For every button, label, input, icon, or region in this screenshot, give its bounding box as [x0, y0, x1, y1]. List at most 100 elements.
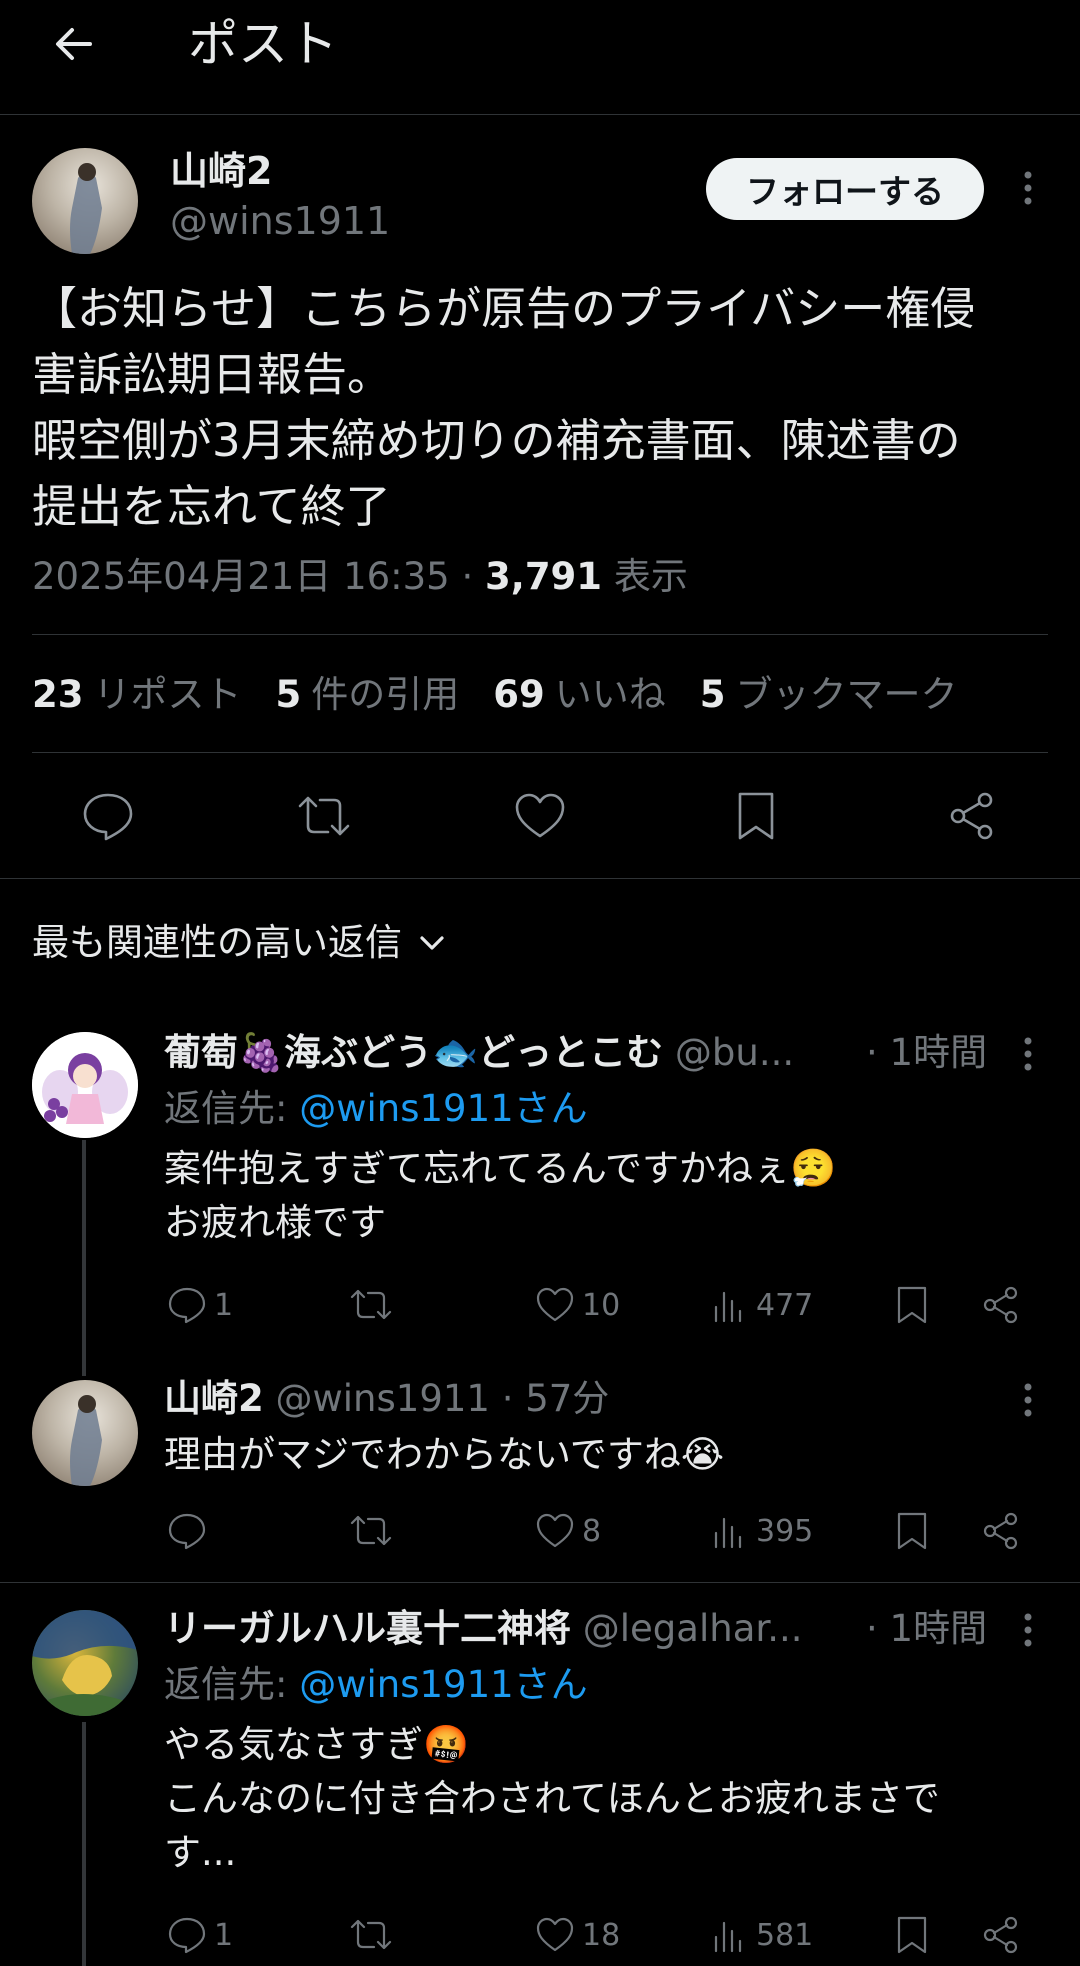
reply-icon: [168, 1287, 206, 1324]
reply-to-prefix: 返信先:: [164, 1663, 300, 1706]
reply-comment-button[interactable]: 1: [166, 1910, 233, 1960]
meta-separator: ·: [461, 555, 474, 598]
bookmark-icon: [897, 1512, 927, 1550]
post-stats: 23 リポスト 5 件の引用 69 いいね 5 ブックマーク: [32, 670, 958, 720]
back-arrow-icon[interactable]: [44, 14, 104, 74]
views-icon: [714, 1517, 742, 1549]
reply-repost-button[interactable]: [348, 1506, 394, 1556]
like-count: 8: [582, 1513, 602, 1549]
reply-author-handle[interactable]: @bu...: [675, 1031, 794, 1074]
bookmark-icon: [897, 1286, 927, 1324]
reply-avatar[interactable]: [32, 1380, 138, 1486]
share-icon[interactable]: [942, 788, 1002, 844]
reply-header: 山崎2 @wins1911 · 57分: [164, 1374, 609, 1424]
reply-share-button[interactable]: [980, 1280, 1022, 1330]
reply-author-name[interactable]: 葡萄🍇海ぶどう🐟どっとこむ: [164, 1031, 663, 1074]
reply-bookmark-button[interactable]: [894, 1280, 930, 1330]
more-options-icon[interactable]: [1008, 158, 1048, 218]
reply-avatar[interactable]: [32, 1610, 138, 1716]
bookmark-icon: [897, 1916, 927, 1954]
reply-time[interactable]: · 1時間: [866, 1604, 987, 1654]
thread-line: [82, 1722, 86, 1966]
stat-likes[interactable]: 69 いいね: [493, 670, 666, 720]
reply-icon: [168, 1917, 206, 1954]
views-icon: [714, 1291, 742, 1323]
reply-time[interactable]: · 1時間: [866, 1028, 987, 1078]
repost-icon[interactable]: [294, 788, 354, 844]
reply-views-button[interactable]: 395: [710, 1506, 813, 1556]
share-icon: [983, 1916, 1018, 1954]
stats-bottom-divider: [32, 752, 1048, 753]
reply-comment-button[interactable]: 1: [166, 1280, 233, 1330]
share-icon: [983, 1512, 1018, 1550]
reply-share-button[interactable]: [980, 1910, 1022, 1960]
author-handle[interactable]: @wins1911: [170, 198, 390, 244]
more-options-icon[interactable]: [1008, 1600, 1048, 1660]
views-count: 3,791: [485, 555, 603, 598]
reply-author-name[interactable]: リーガルハル裏十二神将: [164, 1607, 571, 1650]
stat-quotes[interactable]: 5 件の引用: [276, 670, 460, 720]
reply-to-line: 返信先: @wins1911さん: [164, 1660, 588, 1710]
post-timestamp[interactable]: 2025年04月21日 16:35: [32, 555, 450, 598]
reply-like-button[interactable]: 8: [534, 1506, 601, 1556]
reply-text: やる気なさすぎ🤬 こんなのに付き合わされてほんとお疲れまさで す...: [164, 1723, 940, 1874]
author-avatar[interactable]: [32, 148, 138, 254]
reply-to-prefix: 返信先:: [164, 1087, 300, 1130]
reply-author-handle[interactable]: @legalhar...: [583, 1607, 803, 1650]
reply-bookmark-button[interactable]: [894, 1910, 930, 1960]
reply-text: 理由がマジでわからないですね😭: [164, 1433, 725, 1476]
views-label: 表示: [613, 555, 688, 598]
reply-share-button[interactable]: [980, 1506, 1022, 1556]
share-icon: [983, 1286, 1018, 1324]
repost-icon: [350, 1515, 392, 1546]
actions-divider: [0, 878, 1080, 879]
like-icon: [536, 1287, 574, 1322]
reply-to-link[interactable]: @wins1911さん: [299, 1087, 587, 1130]
reply-header: リーガルハル裏十二神将 @legalhar...: [164, 1604, 802, 1654]
reply-to-line: 返信先: @wins1911さん: [164, 1084, 588, 1134]
stat-bookmarks[interactable]: 5 ブックマーク: [700, 670, 958, 720]
like-count: 10: [582, 1287, 621, 1323]
views-icon: [714, 1921, 742, 1953]
like-icon[interactable]: [510, 788, 570, 844]
more-options-icon[interactable]: [1008, 1370, 1048, 1430]
reply-icon: [168, 1513, 206, 1550]
reply-author-handle[interactable]: @wins1911 · 57分: [276, 1377, 610, 1420]
like-icon: [536, 1917, 574, 1952]
like-icon: [536, 1513, 574, 1548]
reply-like-button[interactable]: 10: [534, 1280, 620, 1330]
reply-avatar[interactable]: [32, 1032, 138, 1138]
comment-count: 1: [214, 1287, 234, 1323]
view-count: 581: [756, 1917, 814, 1953]
reply-bookmark-button[interactable]: [894, 1506, 930, 1556]
stats-top-divider: [32, 634, 1048, 635]
sort-label: 最も関連性の高い返信: [32, 921, 402, 964]
reply-text: 案件抱えすぎて忘れてるんですかねぇ😮‍💨 お疲れ様です: [164, 1147, 837, 1244]
comment-count: 1: [214, 1917, 234, 1953]
reply-divider: [0, 1582, 1080, 1583]
post-meta: 2025年04月21日 16:35 · 3,791 表示: [32, 552, 688, 602]
more-options-icon[interactable]: [1008, 1024, 1048, 1084]
reply-views-button[interactable]: 581: [710, 1910, 813, 1960]
like-count: 18: [582, 1917, 621, 1953]
stat-reposts[interactable]: 23 リポスト: [32, 670, 242, 720]
page-title: ポスト: [188, 15, 338, 73]
repost-icon: [350, 1289, 392, 1320]
reply-views-button[interactable]: 477: [710, 1280, 813, 1330]
repost-icon: [350, 1919, 392, 1950]
reply-to-link[interactable]: @wins1911さん: [299, 1663, 587, 1706]
follow-button[interactable]: フォローする: [706, 158, 984, 220]
reply-like-button[interactable]: 18: [534, 1910, 620, 1960]
post-text: 【お知らせ】こちらが原告のプライバシー権侵 害訴訟期日報告。 暇空側が3月末締め…: [32, 282, 976, 533]
reply-repost-button[interactable]: [348, 1910, 394, 1960]
reply-repost-button[interactable]: [348, 1280, 394, 1330]
author-name[interactable]: 山崎2: [170, 148, 272, 194]
reply-header: 葡萄🍇海ぶどう🐟どっとこむ @bu...: [164, 1028, 794, 1078]
reply-icon[interactable]: [78, 788, 138, 844]
reply-sort-selector[interactable]: 最も関連性の高い返信: [32, 915, 446, 971]
chevron-down-icon: [418, 933, 446, 953]
bookmark-icon[interactable]: [726, 788, 786, 844]
reply-author-name[interactable]: 山崎2: [164, 1377, 264, 1420]
reply-comment-button[interactable]: [166, 1506, 214, 1556]
view-count: 477: [756, 1287, 814, 1323]
